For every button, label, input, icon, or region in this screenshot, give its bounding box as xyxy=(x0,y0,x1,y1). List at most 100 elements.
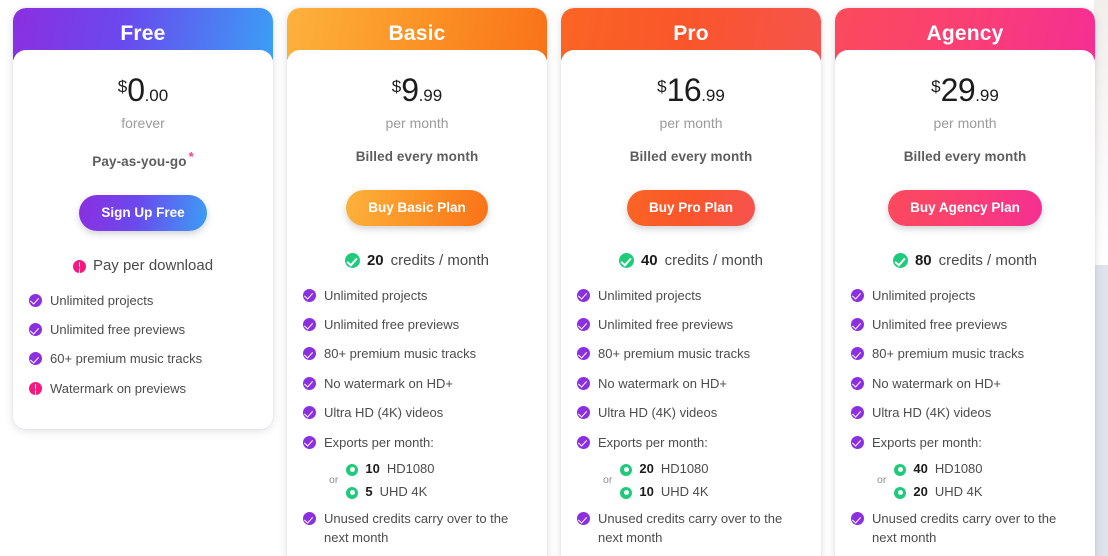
check-circle-icon xyxy=(851,512,864,526)
carryover-list: Unused credits carry over to the next mo… xyxy=(303,510,531,547)
feature-item: Unused credits carry over to the next mo… xyxy=(303,510,531,547)
feature-text: No watermark on HD+ xyxy=(324,375,453,391)
check-circle-icon xyxy=(303,288,316,302)
plan-name: Pro xyxy=(673,22,709,45)
feature-text: Ultra HD (4K) videos xyxy=(872,405,992,421)
price: $16.99 xyxy=(577,74,805,106)
price: $0.00 xyxy=(29,74,257,106)
feature-item: Unlimited projects xyxy=(851,287,1079,305)
feature-item: Unlimited projects xyxy=(29,292,257,310)
feature-text: Unlimited projects xyxy=(598,287,702,303)
price-decimal: .99 xyxy=(418,86,443,105)
exports-item: 40 HD1080 xyxy=(894,461,983,476)
feature-item: Unlimited projects xyxy=(577,287,805,305)
check-circle-icon xyxy=(577,317,590,331)
cta-button-agency[interactable]: Buy Agency Plan xyxy=(888,190,1042,226)
feature-item: Exports per month: xyxy=(303,434,531,452)
check-circle-green-icon xyxy=(892,252,908,268)
exports-count: 20 xyxy=(913,484,928,500)
right-edge-band-top xyxy=(1094,0,1108,265)
highlight-label: Pay per download xyxy=(92,256,214,274)
exports-item: 20 UHD 4K xyxy=(894,484,983,500)
feature-text: 60+ premium music tracks xyxy=(50,351,203,367)
exports-options: or 20 HD1080 10 UHD 4K xyxy=(603,461,805,499)
check-circle-icon xyxy=(303,347,316,361)
check-circle-green-icon xyxy=(344,252,360,268)
feature-text: Exports per month: xyxy=(872,434,982,450)
card-body-free: $0.00 forever Pay-as-you-go * Sign Up Free Pa… xyxy=(13,50,273,430)
feature-text: Unlimited projects xyxy=(324,287,428,303)
exports-count: 10 xyxy=(365,461,380,477)
billing-note: Billed every month xyxy=(851,149,1079,164)
price-currency: $ xyxy=(391,77,402,96)
highlight-label: credits / month xyxy=(390,251,490,269)
billing-note-text: Pay-as-you-go xyxy=(92,154,187,169)
price-decimal: .99 xyxy=(975,86,999,105)
feature-item: Ultra HD (4K) videos xyxy=(577,404,805,422)
price-decimal: .00 xyxy=(144,86,169,105)
cta-button-free[interactable]: Sign Up Free xyxy=(79,195,207,231)
pricing-card-agency: Agency $29.99 per month Billed every month B… xyxy=(835,8,1095,556)
ring-icon xyxy=(620,463,633,476)
price-integer: 29 xyxy=(940,72,976,108)
highlight-count: 40 xyxy=(640,251,658,269)
exports-or-label: or xyxy=(603,474,613,487)
check-circle-icon xyxy=(577,288,590,302)
billing-note-text: Billed every month xyxy=(355,149,479,164)
feature-text: Ultra HD (4K) videos xyxy=(598,405,718,421)
check-circle-icon xyxy=(851,317,864,331)
billing-asterisk: * xyxy=(188,149,194,164)
check-circle-icon xyxy=(577,512,590,526)
price: $29.99 xyxy=(851,74,1079,106)
feature-text: 80+ premium music tracks xyxy=(598,346,751,362)
price-currency: $ xyxy=(931,77,941,96)
billing-note: Billed every month xyxy=(303,149,531,164)
highlight-label: credits / month xyxy=(938,251,1038,269)
feature-item: Watermark on previews xyxy=(29,380,257,398)
feature-item: Exports per month: xyxy=(851,434,1079,452)
cta-button-pro[interactable]: Buy Pro Plan xyxy=(626,190,756,226)
exports-item: 20 HD1080 xyxy=(620,461,709,477)
feature-list: Unlimited projects Unlimited free preview… xyxy=(851,287,1079,453)
cta-button-basic[interactable]: Buy Basic Plan xyxy=(346,190,488,226)
feature-item: 80+ premium music tracks xyxy=(303,345,531,363)
feature-text: Unlimited projects xyxy=(872,287,976,303)
exports-count: 5 xyxy=(365,484,373,500)
check-circle-icon xyxy=(851,347,864,361)
ring-icon xyxy=(346,463,359,476)
exports-options: or 40 HD1080 20 UHD 4K xyxy=(877,461,1079,499)
check-circle-icon xyxy=(29,293,42,307)
feature-text: Watermark on previews xyxy=(50,380,187,396)
pricing-table: Free $0.00 forever Pay-as-you-go * Sign Up Fr… xyxy=(0,0,1108,556)
exports-item-list: 20 HD1080 10 UHD 4K xyxy=(620,461,709,499)
feature-item: No watermark on HD+ xyxy=(303,375,531,393)
check-circle-icon xyxy=(577,435,590,449)
alert-circle-icon xyxy=(72,259,86,273)
feature-item: Ultra HD (4K) videos xyxy=(851,404,1079,422)
feature-text: No watermark on HD+ xyxy=(598,375,727,391)
check-circle-icon xyxy=(851,406,864,420)
billing-note: Billed every month xyxy=(577,149,805,164)
feature-text: Unlimited free previews xyxy=(50,321,186,337)
feature-item: No watermark on HD+ xyxy=(577,375,805,393)
exports-count: 20 xyxy=(639,461,654,477)
feature-item: Unused credits carry over to the next mo… xyxy=(577,510,805,547)
cta-container: Buy Basic Plan xyxy=(303,190,531,226)
carryover-list: Unused credits carry over to the next mo… xyxy=(851,510,1079,547)
pricing-card-pro: Pro $16.99 per month Billed every month Buy … xyxy=(561,8,821,556)
carryover-list: Unused credits carry over to the next mo… xyxy=(577,510,805,547)
price-period: per month xyxy=(385,115,449,131)
feature-list: Unlimited projects Unlimited free preview… xyxy=(577,287,805,453)
check-circle-icon xyxy=(303,317,316,331)
feature-text: Unlimited free previews xyxy=(872,316,1008,332)
exports-item-list: 40 HD1080 20 UHD 4K xyxy=(894,461,983,500)
right-edge-band xyxy=(1094,265,1108,556)
feature-text: Unlimited free previews xyxy=(598,316,734,332)
exports-format: HD1080 xyxy=(660,461,709,477)
pricing-card-list: Free $0.00 forever Pay-as-you-go * Sign Up Fr… xyxy=(13,8,1095,556)
pricing-card-basic: Basic $9.99 per month Billed every month Buy… xyxy=(287,8,547,556)
feature-text: Unlimited projects xyxy=(50,292,154,308)
price-period: forever xyxy=(121,115,165,131)
check-circle-icon xyxy=(303,435,316,449)
cta-container: Buy Agency Plan xyxy=(851,190,1079,226)
